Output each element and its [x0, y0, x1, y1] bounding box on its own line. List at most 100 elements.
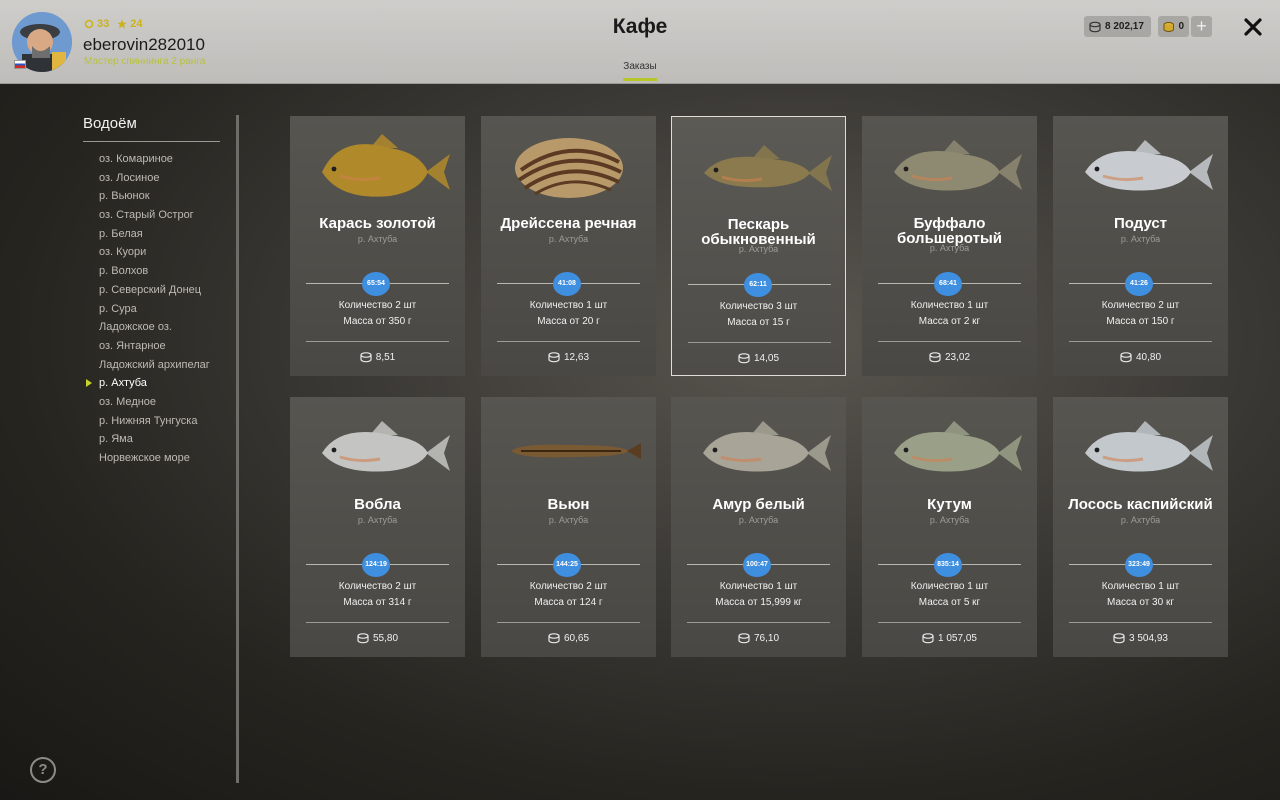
- sidebar-item[interactable]: Ладожский архипелаг: [99, 356, 210, 375]
- order-timer: 835:14: [934, 553, 962, 577]
- silver-coins-icon: [929, 352, 941, 363]
- price-divider: [306, 622, 449, 623]
- fish-location: р. Ахтуба: [1120, 234, 1161, 244]
- sidebar-item[interactable]: оз. Лосиное: [99, 169, 210, 188]
- sidebar-item[interactable]: р. Вьюнок: [99, 187, 210, 206]
- fish-location: р. Ахтуба: [929, 243, 970, 253]
- add-gold-button[interactable]: +: [1191, 16, 1212, 37]
- sidebar-title: Водоём: [83, 115, 137, 132]
- sidebar-item[interactable]: р. Ахтуба: [86, 374, 210, 393]
- fish-location: р. Ахтуба: [738, 515, 779, 525]
- order-card[interactable]: Подуст р. Ахтуба 41:26 Количество 2 шт Масса…: [1053, 116, 1228, 376]
- help-button[interactable]: ?: [30, 757, 56, 783]
- order-card[interactable]: Карась золотой р. Ахтуба 65:54 Количество 2…: [290, 116, 465, 376]
- order-mass: Масса от 5 кг: [918, 597, 981, 608]
- sidebar-item[interactable]: оз. Старый Острог: [99, 206, 210, 225]
- order-timer: 323:49: [1125, 553, 1153, 577]
- order-timer: 65:54: [362, 272, 390, 296]
- fish-name: Кутум: [927, 496, 972, 513]
- order-quantity: Количество 2 шт: [338, 300, 417, 311]
- price-divider: [497, 341, 640, 342]
- waterbody-list: оз. Комариное оз. Лосиное р. Вьюнок оз. Ста…: [86, 150, 210, 468]
- sidebar-item[interactable]: р. Волхов: [99, 262, 210, 281]
- price-divider: [688, 342, 831, 343]
- order-card[interactable]: Вьюн р. Ахтуба 144:25 Количество 2 шт Масса …: [481, 397, 656, 657]
- order-timer: 41:26: [1125, 272, 1153, 296]
- sidebar-item[interactable]: р. Северский Донец: [99, 281, 210, 300]
- order-mass: Масса от 15,999 кг: [715, 597, 802, 608]
- order-card[interactable]: Буффало большеротый р. Ахтуба 68:41 Количес…: [862, 116, 1037, 376]
- fish-name: Дрейссена речная: [500, 215, 637, 232]
- order-card[interactable]: Вобла р. Ахтуба 124:19 Количество 2 шт Масса…: [290, 397, 465, 657]
- silver-coins-icon: [548, 352, 560, 363]
- fish-location: р. Ахтуба: [357, 515, 398, 525]
- sidebar-title-divider: [83, 141, 220, 142]
- caspian-kutum-icon: [894, 421, 1022, 472]
- silver-coins-icon: [1120, 352, 1132, 363]
- order-reward: 40,80: [1053, 352, 1228, 363]
- fish-name: Пескарь обыкновенный: [701, 216, 816, 248]
- price-divider: [687, 622, 830, 623]
- silver-coins-icon: [360, 352, 372, 363]
- order-mass: Масса от 124 г: [534, 597, 603, 608]
- order-quantity: Количество 3 шт: [719, 301, 798, 312]
- price-divider: [1069, 622, 1212, 623]
- gudgeon-icon: [704, 145, 832, 191]
- fish-name: Лосось каспийский: [1068, 496, 1213, 513]
- close-icon: [1244, 18, 1262, 36]
- sidebar-item[interactable]: оз. Комариное: [99, 150, 210, 169]
- reward-value: 23,02: [944, 352, 971, 363]
- fish-location: р. Ахтуба: [548, 515, 589, 525]
- order-mass: Масса от 150 г: [1106, 316, 1175, 327]
- order-quantity: Количество 1 шт: [910, 300, 989, 311]
- sidebar-item[interactable]: р. Нижняя Тунгуска: [99, 412, 210, 431]
- close-button[interactable]: [1240, 14, 1266, 40]
- reward-value: 14,05: [753, 353, 780, 364]
- order-mass: Масса от 314 г: [343, 597, 412, 608]
- reward-value: 76,10: [753, 633, 780, 644]
- order-mass: Масса от 20 г: [537, 316, 600, 327]
- weatherfish-icon: [511, 443, 641, 459]
- crucian-carp-icon: [322, 134, 450, 197]
- order-timer: 124:19: [362, 553, 390, 577]
- order-card[interactable]: Кутум р. Ахтуба 835:14 Количество 1 шт Масса…: [862, 397, 1037, 657]
- sidebar-item[interactable]: Норвежское море: [99, 449, 210, 468]
- active-tab-indicator: [623, 78, 657, 81]
- sidebar-divider: [236, 115, 239, 783]
- tab-orders[interactable]: Заказы: [600, 61, 680, 72]
- top-bar: 33 24 eberovin282010 Мастер спиннинга 2 …: [0, 0, 1280, 84]
- sidebar-item[interactable]: р. Яма: [99, 430, 210, 449]
- sidebar-item[interactable]: оз. Медное: [99, 393, 210, 412]
- sidebar-item[interactable]: оз. Куори: [99, 243, 210, 262]
- reward-value: 12,63: [563, 352, 590, 363]
- order-card[interactable]: Дрейссена речная р. Ахтуба 41:08 Количество…: [481, 116, 656, 376]
- price-divider: [306, 341, 449, 342]
- gold-balance: 0: [1158, 16, 1189, 37]
- sidebar-item[interactable]: р. Белая: [99, 225, 210, 244]
- fish-location: р. Ахтуба: [929, 515, 970, 525]
- reward-value: 3 504,93: [1129, 633, 1168, 644]
- price-divider: [497, 622, 640, 623]
- reward-value: 55,80: [372, 633, 399, 644]
- sidebar-item[interactable]: р. Сура: [99, 300, 210, 319]
- order-reward: 12,63: [481, 352, 656, 363]
- fish-name: Амур белый: [712, 496, 805, 513]
- price-divider: [878, 622, 1021, 623]
- order-timer: 68:41: [934, 272, 962, 296]
- fish-name: Вьюн: [547, 496, 590, 513]
- order-reward: 14,05: [672, 353, 845, 364]
- order-card[interactable]: Пескарь обыкновенный р. Ахтуба 62:11 Количе…: [671, 116, 846, 376]
- sidebar-item[interactable]: Ладожское оз.: [99, 318, 210, 337]
- order-reward: 55,80: [290, 633, 465, 644]
- order-card[interactable]: Амур белый р. Ахтуба 100:47 Количество 1 шт…: [671, 397, 846, 657]
- order-timer: 144:25: [553, 553, 581, 577]
- fish-location: р. Ахтуба: [1120, 515, 1161, 525]
- silver-coins-icon: [548, 633, 560, 644]
- order-timer: 41:08: [553, 272, 581, 296]
- order-card[interactable]: Лосось каспийский р. Ахтуба 323:49 Количест…: [1053, 397, 1228, 657]
- order-reward: 23,02: [862, 352, 1037, 363]
- sidebar-item[interactable]: оз. Янтарное: [99, 337, 210, 356]
- order-reward: 1 057,05: [862, 633, 1037, 644]
- order-reward: 3 504,93: [1053, 633, 1228, 644]
- price-divider: [1069, 341, 1212, 342]
